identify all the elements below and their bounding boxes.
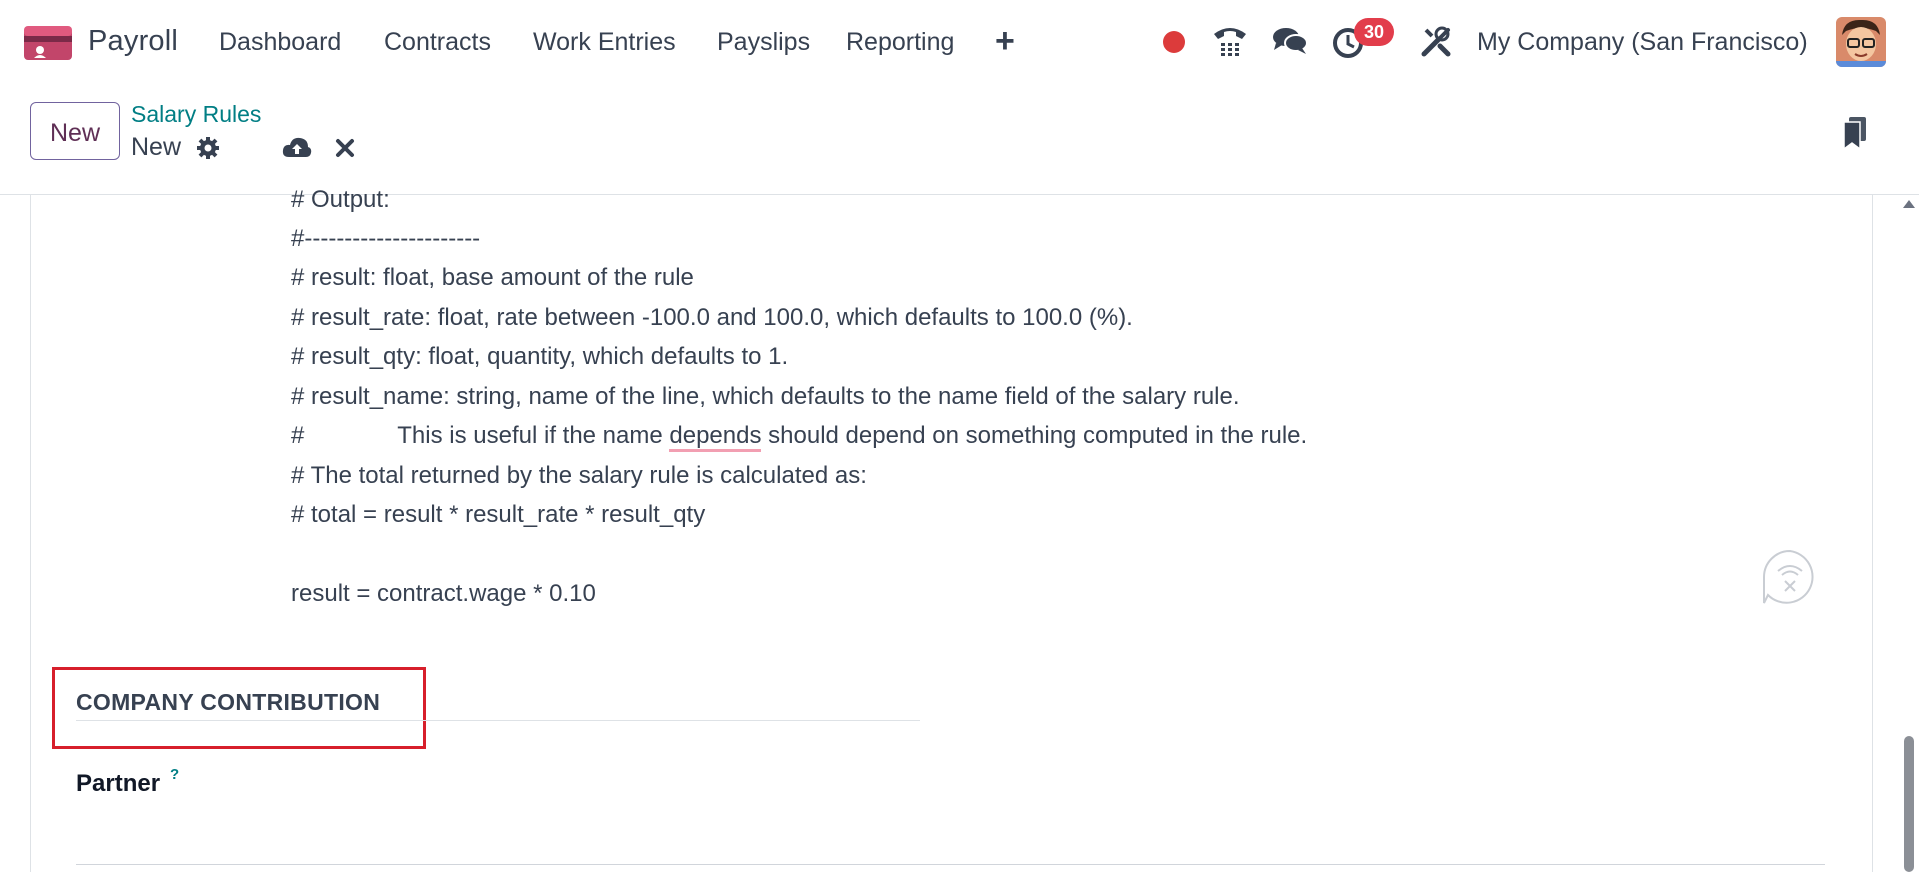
debug-tools-icon[interactable] — [1420, 26, 1452, 63]
form-sheet: # Output: #---------------------- # resu… — [30, 186, 1873, 872]
menu-contracts[interactable]: Contracts — [384, 28, 491, 57]
new-button[interactable]: New — [30, 102, 120, 160]
user-avatar[interactable] — [1836, 17, 1886, 67]
save-cloud-icon[interactable] — [282, 135, 312, 164]
menu-payslips[interactable]: Payslips — [717, 28, 810, 57]
gear-icon[interactable] — [196, 136, 220, 165]
code-line: # The total returned by the salary rule … — [291, 462, 867, 489]
partner-label: Partner — [76, 770, 161, 797]
plus-icon[interactable]: + — [995, 24, 1015, 58]
bookmark-icon[interactable] — [1842, 117, 1868, 156]
help-tooltip-icon[interactable]: ? — [170, 766, 179, 783]
record-dot-icon[interactable] — [1163, 31, 1185, 53]
menu-reporting[interactable]: Reporting — [846, 28, 954, 57]
partner-input[interactable] — [76, 864, 1825, 865]
discard-icon[interactable] — [335, 138, 355, 163]
code-text: # This is useful if the name — [291, 422, 670, 449]
menu-work-entries[interactable]: Work Entries — [533, 28, 676, 57]
scroll-up-arrow-icon[interactable] — [1903, 200, 1915, 208]
app-name[interactable]: Payroll — [88, 25, 178, 58]
breadcrumb-salary-rules[interactable]: Salary Rules — [131, 101, 261, 128]
code-line: # Output: — [291, 186, 390, 213]
no-connection-widget-icon[interactable] — [1762, 549, 1818, 605]
control-panel: New Salary Rules New — [0, 87, 1919, 195]
code-line: # result_qty: float, quantity, which def… — [291, 343, 789, 370]
section-title-company-contribution: COMPANY CONTRIBUTION — [76, 689, 381, 715]
payroll-app-icon[interactable] — [24, 26, 72, 60]
section-divider — [76, 720, 920, 721]
scrollbar-thumb[interactable] — [1904, 736, 1914, 872]
spellcheck-word: depends — [669, 422, 762, 452]
code-line: #---------------------- — [291, 225, 481, 252]
menu-dashboard[interactable]: Dashboard — [219, 28, 341, 57]
company-switcher[interactable]: My Company (San Francisco) — [1477, 28, 1808, 57]
code-line: result = contract.wage * 0.10 — [291, 580, 596, 607]
top-navbar: Payroll Dashboard Contracts Work Entries… — [0, 0, 1919, 87]
notification-badge: 30 — [1354, 18, 1394, 46]
chat-icon[interactable] — [1272, 26, 1308, 61]
code-line: # result: float, base amount of the rule — [291, 264, 694, 291]
phone-icon[interactable] — [1212, 24, 1248, 63]
code-line: # This is useful if the name depends sho… — [291, 421, 1308, 452]
record-name: New — [131, 133, 182, 161]
code-line: # result_rate: float, rate between -100.… — [291, 304, 1133, 331]
code-text: should depend on something computed in t… — [761, 422, 1308, 449]
code-line: # total = result * result_rate * result_… — [291, 501, 706, 528]
code-line: # result_name: string, name of the line,… — [291, 383, 1240, 410]
